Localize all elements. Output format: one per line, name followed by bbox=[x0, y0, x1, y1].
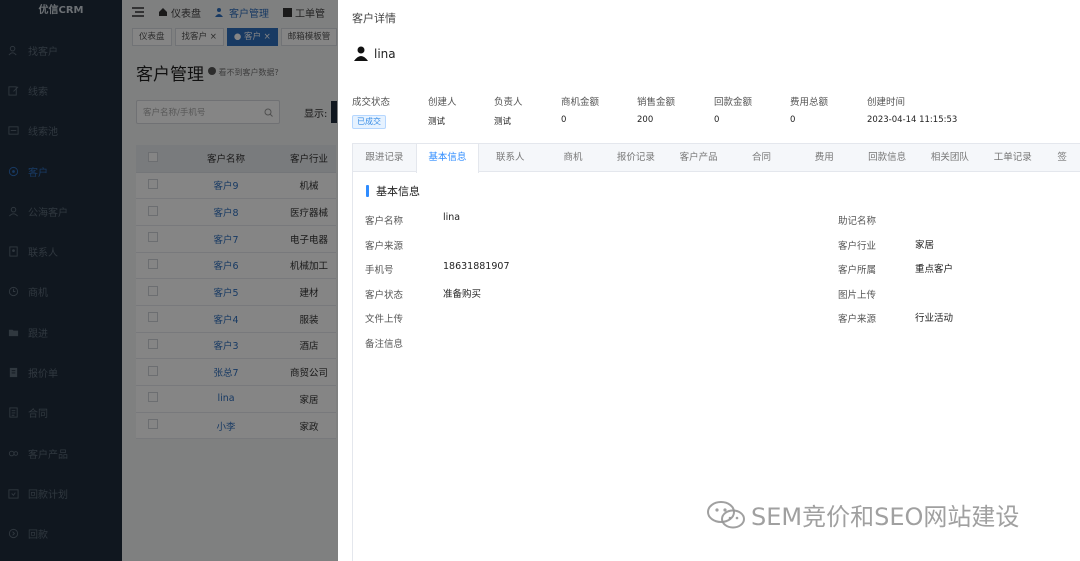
detail-tab[interactable]: 报价记录 bbox=[604, 144, 667, 172]
stat-label: 负责人 bbox=[494, 97, 523, 108]
field-label: 客户来源 bbox=[838, 314, 877, 326]
customer-name: lina bbox=[374, 46, 396, 61]
field-label: 客户行业 bbox=[838, 240, 877, 252]
stat-label: 创建人 bbox=[428, 97, 457, 108]
stat-item: 商机金额 0 bbox=[561, 94, 637, 129]
deal-status-badge: 已成交 bbox=[352, 115, 386, 129]
detail-tab[interactable]: 费用 bbox=[793, 144, 856, 172]
stat-label: 回款金额 bbox=[714, 97, 753, 108]
section-title: 基本信息 bbox=[366, 183, 420, 199]
stat-item: 费用总额 0 bbox=[790, 94, 867, 129]
info-field: 文件上传 bbox=[365, 311, 403, 325]
detail-tab[interactable]: 回款信息 bbox=[856, 144, 919, 172]
info-field: 图片上传 bbox=[838, 287, 876, 301]
info-field: 客户来源 bbox=[365, 238, 403, 252]
detail-tab[interactable]: 客户产品 bbox=[667, 144, 730, 172]
detail-tab[interactable]: 基本信息 bbox=[415, 144, 479, 173]
field-value: 重点客户 bbox=[915, 264, 954, 276]
detail-tab[interactable]: 跟进记录 bbox=[353, 144, 416, 172]
detail-tab[interactable]: 相关团队 bbox=[919, 144, 982, 172]
info-field: 客户名称 lina bbox=[365, 212, 460, 227]
drawer-title: 客户详情 bbox=[352, 12, 396, 25]
stat-value: 2023-04-14 11:15:53 bbox=[867, 115, 958, 125]
info-field: 备注信息 bbox=[365, 336, 403, 350]
field-value: 准备购买 bbox=[443, 288, 482, 300]
detail-tabs: 跟进记录 基本信息 联系人 商机 报价记录 客户产品 合同 费用 回款信息 相关团队 工单记录签 bbox=[352, 143, 1080, 173]
field-value: 18631881907 bbox=[443, 261, 510, 273]
section-title-text: 基本信息 bbox=[376, 185, 420, 198]
stat-label: 创建时间 bbox=[867, 97, 906, 108]
customer-detail-drawer: 客户详情 lina 成交状态 已成交 创建人 测试 负责人 测试 商机金额 0 销售金额 200 回… bbox=[338, 0, 1080, 561]
stat-value: 200 bbox=[637, 115, 654, 125]
field-label: 文件上传 bbox=[365, 314, 404, 326]
field-label: 客户状态 bbox=[365, 289, 404, 301]
detail-tab[interactable]: 商机 bbox=[542, 144, 605, 172]
customer-header: lina bbox=[354, 46, 396, 61]
field-label: 助记名称 bbox=[838, 216, 877, 227]
info-field: 客户来源 行业活动 bbox=[838, 311, 953, 326]
stat-value: 0 bbox=[561, 115, 567, 125]
user-icon bbox=[354, 46, 368, 61]
watermark-text: SEM竞价和SEO网站建设 bbox=[751, 503, 1020, 531]
field-label: 备注信息 bbox=[365, 339, 404, 350]
info-field: 手机号 18631881907 bbox=[365, 261, 510, 277]
field-value: 家居 bbox=[915, 239, 935, 251]
stat-item: 创建人 测试 bbox=[428, 94, 494, 129]
detail-tab[interactable]: 联系人 bbox=[479, 144, 542, 172]
summary-stats: 成交状态 已成交 创建人 测试 负责人 测试 商机金额 0 销售金额 200 回款金额 0 费用总额 0 创… bbox=[352, 94, 977, 129]
field-label: 图片上传 bbox=[838, 289, 877, 301]
stat-label: 成交状态 bbox=[352, 97, 391, 108]
field-label: 客户名称 bbox=[365, 216, 404, 227]
stat-value: 0 bbox=[790, 115, 796, 125]
stat-item: 负责人 测试 bbox=[494, 94, 561, 129]
wechat-icon bbox=[707, 500, 745, 528]
info-field: 客户所属 重点客户 bbox=[838, 262, 953, 277]
info-field: 客户状态 准备购买 bbox=[365, 287, 481, 301]
detail-tab[interactable]: 合同 bbox=[730, 144, 793, 172]
stat-label: 费用总额 bbox=[790, 97, 829, 108]
watermark: SEM竞价和SEO网站建设 bbox=[706, 497, 1019, 532]
detail-tab[interactable]: 签 bbox=[1044, 144, 1080, 172]
stat-item: 成交状态 已成交 bbox=[352, 94, 428, 129]
stat-label: 商机金额 bbox=[561, 97, 600, 108]
field-label: 手机号 bbox=[365, 265, 394, 277]
field-label: 客户来源 bbox=[365, 240, 404, 252]
stat-item: 回款金额 0 bbox=[714, 94, 790, 129]
stat-label: 销售金额 bbox=[637, 97, 676, 108]
detail-tab[interactable]: 工单记录 bbox=[981, 144, 1044, 172]
section-title-bar bbox=[366, 185, 369, 197]
stat-value: 测试 bbox=[428, 117, 446, 127]
stat-value: 0 bbox=[714, 115, 720, 125]
field-value: 行业活动 bbox=[915, 313, 954, 325]
field-label: 客户所属 bbox=[838, 265, 877, 277]
field-value: lina bbox=[443, 212, 461, 223]
stat-item: 创建时间 2023-04-14 11:15:53 bbox=[867, 94, 977, 129]
info-field: 助记名称 bbox=[838, 213, 876, 227]
info-field: 客户行业 家居 bbox=[838, 238, 934, 252]
stat-value: 测试 bbox=[494, 117, 512, 127]
stat-item: 销售金额 200 bbox=[637, 94, 714, 129]
